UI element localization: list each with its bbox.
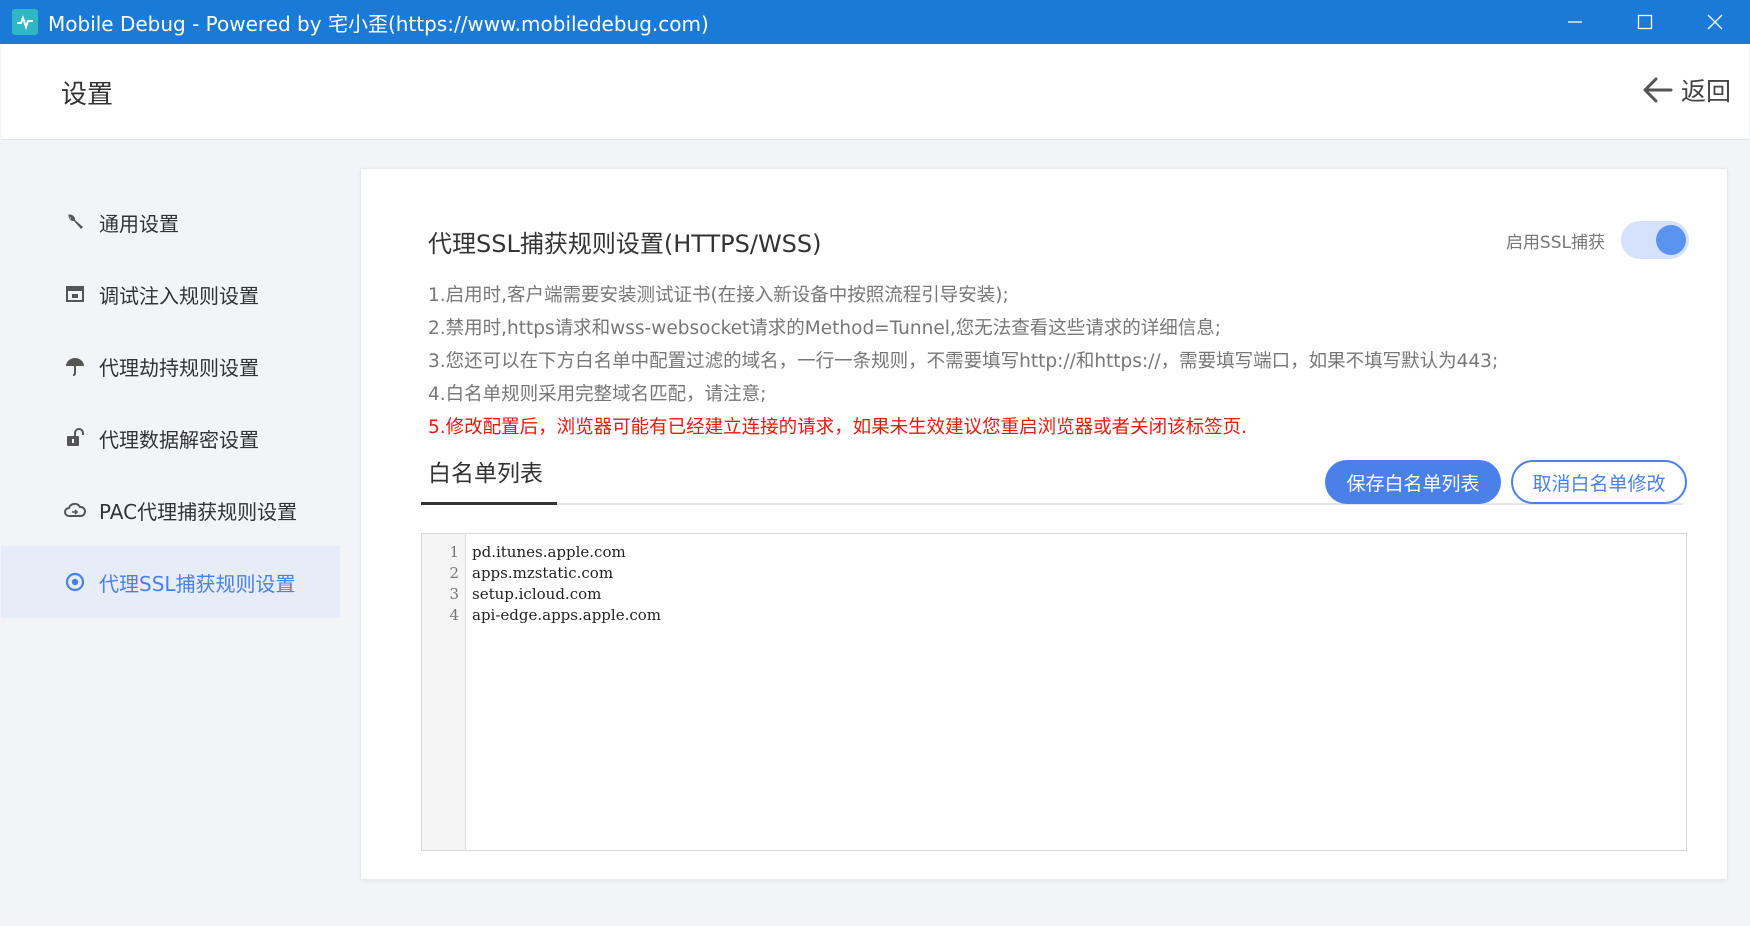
cancel-whitelist-button[interactable]: 取消白名单修改 (1511, 460, 1687, 504)
window-icon (63, 282, 87, 306)
line-number-gutter: 1 2 3 4 (422, 534, 466, 850)
toggle-knob (1656, 225, 1686, 255)
note-line: 2.禁用时,https请求和wss-websocket请求的Method=Tun… (428, 318, 1221, 339)
minimize-icon[interactable] (1540, 0, 1610, 44)
sidebar-item-label: 代理劫持规则设置 (99, 355, 259, 380)
sidebar-item-label: 通用设置 (99, 211, 179, 236)
tab-whitelist[interactable]: 白名单列表 (421, 449, 557, 505)
arrow-left-icon (1643, 77, 1673, 103)
line-number: 3 (449, 585, 459, 603)
warning-note: 5.修改配置后，浏览器可能有已经建立连接的请求，如果未生效建议您重启浏览器或者关… (428, 417, 1248, 438)
sidebar-item-general[interactable]: 通用设置 (1, 186, 340, 258)
code-line[interactable]: setup.icloud.com (472, 584, 1686, 605)
mobile-debug-logo-icon (12, 9, 38, 35)
sidebar-item-label: 代理数据解密设置 (99, 427, 259, 452)
cloud-icon (63, 498, 87, 522)
editor-content[interactable]: pd.itunes.apple.com apps.mzstatic.com se… (466, 534, 1686, 850)
ssl-settings-panel: 代理SSL捕获规则设置(HTTPS/WSS) 启用SSL捕获 1.启用时,客户端… (360, 168, 1728, 880)
code-line[interactable]: api-edge.apps.apple.com (472, 605, 1686, 626)
instructions: 1.启用时,客户端需要安装测试证书(在接入新设备中按照流程引导安装); 2.禁用… (428, 279, 1498, 444)
close-icon[interactable] (1680, 0, 1750, 44)
title-bar: Mobile Debug - Powered by 宅小歪(https://ww… (0, 0, 1750, 44)
note-line: 1.启用时,客户端需要安装测试证书(在接入新设备中按照流程引导安装); (428, 285, 1009, 306)
whitelist-editor[interactable]: 1 2 3 4 pd.itunes.apple.com apps.mzstati… (421, 533, 1687, 851)
sidebar-item-debug-inject[interactable]: 调试注入规则设置 (1, 258, 340, 330)
ssl-capture-toggle[interactable] (1621, 221, 1689, 259)
settings-header: 设置 返回 (1, 44, 1749, 140)
code-line[interactable]: pd.itunes.apple.com (472, 542, 1686, 563)
maximize-icon[interactable] (1610, 0, 1680, 44)
unlock-icon (63, 426, 87, 450)
line-number: 2 (449, 564, 459, 582)
page-title: 设置 (61, 80, 114, 110)
back-label: 返回 (1680, 77, 1731, 106)
sidebar-item-proxy-hijack[interactable]: 代理劫持规则设置 (1, 330, 340, 402)
sidebar-item-pac[interactable]: PAC代理捕获规则设置 (1, 474, 340, 546)
umbrella-icon (63, 354, 87, 378)
sidebar-item-label: 调试注入规则设置 (99, 283, 259, 308)
wrench-icon (63, 210, 87, 234)
back-button[interactable]: 返回 (1643, 72, 1731, 108)
code-line[interactable]: apps.mzstatic.com (472, 563, 1686, 584)
ssl-toggle-label: 启用SSL捕获 (1505, 232, 1605, 253)
line-number: 4 (449, 606, 459, 624)
target-icon (63, 570, 87, 594)
sidebar-item-label: PAC代理捕获规则设置 (99, 499, 298, 524)
sidebar-item-ssl[interactable]: 代理SSL捕获规则设置 (1, 546, 340, 618)
settings-sidebar: 通用设置 调试注入规则设置 代理劫持规则设置 代理数据解密设置 PAC代理捕获规… (1, 141, 340, 926)
note-line: 3.您还可以在下方白名单中配置过滤的域名，一行一条规则，不需要填写http://… (428, 351, 1499, 372)
sidebar-item-proxy-decrypt[interactable]: 代理数据解密设置 (1, 402, 340, 474)
sidebar-item-label: 代理SSL捕获规则设置 (99, 571, 296, 596)
panel-title: 代理SSL捕获规则设置(HTTPS/WSS) (428, 230, 822, 258)
save-whitelist-button[interactable]: 保存白名单列表 (1325, 460, 1501, 504)
window-title: Mobile Debug - Powered by 宅小歪(https://ww… (48, 11, 709, 36)
ssl-toggle-group: 启用SSL捕获 (1506, 221, 1689, 259)
line-number: 1 (449, 543, 459, 561)
note-line: 4.白名单规则采用完整域名匹配，请注意; (428, 384, 767, 405)
